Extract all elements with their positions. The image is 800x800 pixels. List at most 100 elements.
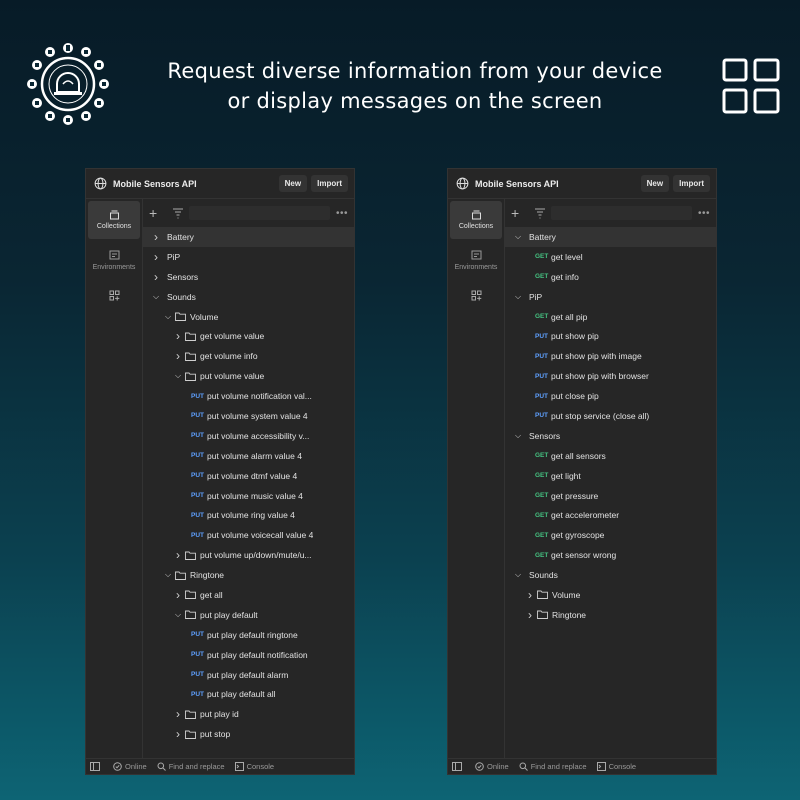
tree-item-label: get sensor wrong [551,550,617,561]
more-options-icon[interactable]: ••• [336,208,348,219]
folder-item[interactable]: › put play id [143,704,354,724]
request-item[interactable]: PUT put close pip [505,386,716,406]
request-item[interactable]: PUT put volume dtmf value 4 [143,466,354,486]
toggle-sidebar-button[interactable] [90,762,103,771]
collection-item[interactable]: ⌵ Battery [505,227,716,247]
sidebar-item-environments[interactable]: Environments [88,241,140,279]
request-item[interactable]: PUT put volume system value 4 [143,406,354,426]
chevron-down-icon[interactable]: ⌵ [163,570,173,580]
chevron-right-icon[interactable]: › [173,329,183,343]
chevron-down-icon[interactable]: ⌵ [163,312,173,322]
search-input[interactable] [551,206,692,220]
request-item[interactable]: PUT put show pip with image [505,346,716,366]
chevron-right-icon[interactable]: › [173,727,183,741]
request-item[interactable]: PUT put play default ringtone [143,625,354,645]
folder-item[interactable]: ⌵ put volume value [143,366,354,386]
collection-item[interactable]: ⌵ Sensors [505,426,716,446]
http-method-badge: PUT [191,412,204,420]
import-button[interactable]: Import [673,175,710,192]
chevron-down-icon[interactable]: ⌵ [151,292,161,302]
http-method-badge: GET [535,313,549,320]
sidebar-item-add-widget[interactable] [88,281,140,313]
folder-item[interactable]: › get volume value [143,326,354,346]
http-method-badge: GET [535,551,549,559]
new-button[interactable]: New [640,175,670,192]
collection-item[interactable]: › PiP [143,247,354,267]
chevron-right-icon[interactable]: › [525,608,535,622]
request-item[interactable]: GET get info [505,267,716,287]
sidebar-item-environments[interactable]: Environments [450,241,502,279]
chevron-right-icon[interactable]: › [151,250,161,264]
import-button[interactable]: Import [311,175,348,192]
request-item[interactable]: PUT put volume accessibility v... [143,426,354,446]
find-replace-button[interactable]: Find and replace [519,762,587,771]
find-replace-button[interactable]: Find and replace [157,762,225,771]
request-item[interactable]: PUT put volume ring value 4 [143,505,354,525]
new-button[interactable]: New [278,175,308,192]
folder-item[interactable]: › put volume up/down/mute/u... [143,545,354,565]
request-item[interactable]: PUT put stop service (close all) [505,406,716,426]
collection-item[interactable]: › Sensors [143,267,354,287]
request-item[interactable]: GET get light [505,466,716,486]
add-collection-icon[interactable]: + [149,205,163,221]
chevron-down-icon[interactable]: ⌵ [173,371,183,381]
console-button[interactable]: Console [596,762,636,771]
chevron-down-icon[interactable]: ⌵ [173,610,183,620]
folder-item[interactable]: › Volume [505,585,716,605]
search-input[interactable] [189,206,330,220]
filter-icon[interactable] [533,207,547,219]
chevron-down-icon[interactable]: ⌵ [513,292,523,302]
request-item[interactable]: GET get all sensors [505,446,716,466]
console-button[interactable]: Console [234,762,274,771]
request-item[interactable]: GET get level [505,247,716,267]
search-icon [519,762,528,771]
folder-item[interactable]: ⌵ Ringtone [143,565,354,585]
folder-item[interactable]: › get all [143,585,354,605]
request-item[interactable]: GET get all pip [505,307,716,327]
more-options-icon[interactable]: ••• [698,208,710,219]
request-item[interactable]: PUT put volume music value 4 [143,486,354,506]
request-item[interactable]: PUT put volume alarm value 4 [143,446,354,466]
request-item[interactable]: GET get pressure [505,486,716,506]
folder-item[interactable]: ⌵ Volume [143,307,354,327]
http-method-badge: PUT [191,492,204,500]
chevron-down-icon[interactable]: ⌵ [513,232,523,242]
request-item[interactable]: PUT put show pip with browser [505,366,716,386]
chevron-down-icon[interactable]: ⌵ [513,431,523,441]
chevron-right-icon[interactable]: › [525,588,535,602]
chevron-down-icon[interactable]: ⌵ [513,570,523,580]
folder-item[interactable]: › put stop [143,724,354,744]
request-item[interactable]: PUT put volume notification val... [143,386,354,406]
chevron-right-icon[interactable]: › [173,548,183,562]
request-item[interactable]: PUT put show pip [505,326,716,346]
folder-item[interactable]: ⌵ put play default [143,605,354,625]
filter-icon[interactable] [171,207,185,219]
request-item[interactable]: GET get sensor wrong [505,545,716,565]
request-item[interactable]: PUT put play default all [143,684,354,704]
request-item[interactable]: GET get accelerometer [505,505,716,525]
folder-item[interactable]: › get volume info [143,346,354,366]
chevron-right-icon[interactable]: › [151,230,161,244]
sidebar-item-collections[interactable]: Collections [450,201,502,239]
online-status[interactable]: Online [475,762,509,771]
folder-item[interactable]: › Ringtone [505,605,716,625]
online-status[interactable]: Online [113,762,147,771]
collection-item[interactable]: › Battery [143,227,354,247]
tree-item-label: put volume dtmf value 4 [207,470,298,481]
collection-item[interactable]: ⌵ PiP [505,287,716,307]
chevron-right-icon[interactable]: › [173,349,183,363]
chevron-right-icon[interactable]: › [173,588,183,602]
request-item[interactable]: PUT put play default alarm [143,665,354,685]
request-item[interactable]: PUT put volume voicecall value 4 [143,525,354,545]
sidebar-item-add-widget[interactable] [450,281,502,313]
sidebar-item-collections[interactable]: Collections [88,201,140,239]
workspace-header: Mobile Sensors API New Import [86,169,354,199]
collection-item[interactable]: ⌵ Sounds [505,565,716,585]
chevron-right-icon[interactable]: › [151,270,161,284]
collection-item[interactable]: ⌵ Sounds [143,287,354,307]
request-item[interactable]: GET get gyroscope [505,525,716,545]
toggle-sidebar-button[interactable] [452,762,465,771]
chevron-right-icon[interactable]: › [173,707,183,721]
add-collection-icon[interactable]: + [511,205,525,221]
request-item[interactable]: PUT put play default notification [143,645,354,665]
